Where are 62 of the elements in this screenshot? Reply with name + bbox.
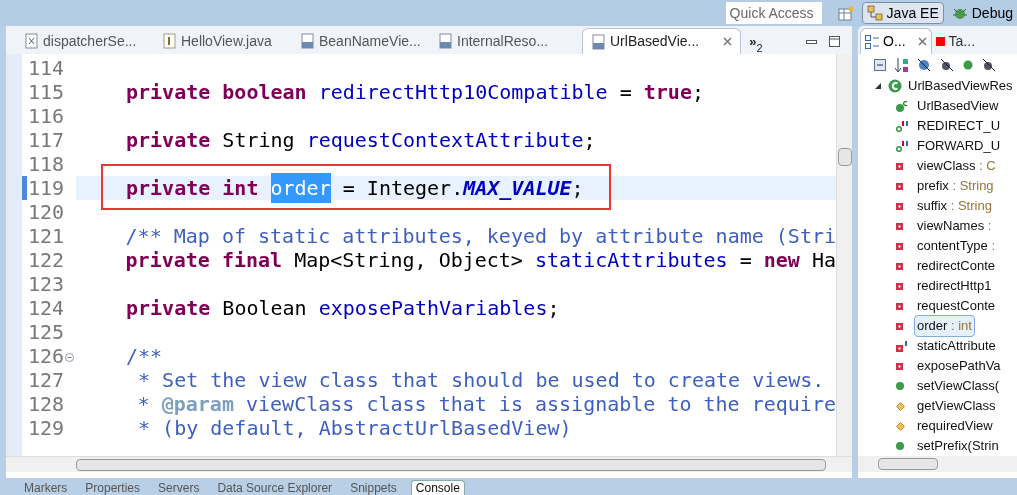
tree-item[interactable]: FORWARD_U	[914, 135, 1004, 157]
line-number: 124	[28, 298, 65, 318]
panel-tab[interactable]: Ta...	[931, 28, 980, 54]
tab-count: 2	[756, 42, 763, 56]
line-number: 128	[28, 394, 65, 414]
code-line: private boolean redirectHttp10Compatible = true;	[125, 80, 705, 104]
perspective-button[interactable]: Debug	[947, 2, 1017, 24]
tree-item[interactable]: redirectConte	[914, 255, 999, 277]
panel-tab[interactable]: Snippets	[346, 480, 401, 495]
code-line: private String requestContextAttribute;	[125, 128, 597, 152]
tree-item[interactable]: contentType :	[914, 235, 999, 257]
editor-tab[interactable]: BeanNameVie...	[292, 28, 430, 54]
panel-tab[interactable]: Markers	[20, 480, 72, 495]
editor-tab[interactable]: HelloView.java	[154, 28, 292, 54]
tree-item[interactable]: setViewClass(	[914, 375, 1003, 397]
tree-item[interactable]: requestConte	[914, 295, 999, 317]
panel-tab[interactable]: Data Source Explorer	[213, 480, 337, 495]
tree-item[interactable]: suffix : String	[914, 195, 995, 217]
line-number: 123	[28, 274, 65, 294]
tree-item[interactable]: order : int	[914, 315, 975, 337]
editor-tab[interactable]: InternalReso...	[430, 28, 568, 54]
code-line: private final Map<String, Object> staticAttributes = new Ha	[124, 248, 836, 272]
line-number: 114	[28, 58, 65, 78]
tree-item[interactable]: UrlBasedViewRes	[908, 76, 1013, 96]
perspective-button[interactable]: Java EE	[861, 2, 944, 24]
tree-item[interactable]: redirectHttp1	[914, 275, 995, 297]
editor-tab[interactable]: UrlBasedVie...	[582, 28, 742, 54]
code-line: private Boolean exposePathVariables;	[125, 296, 561, 320]
line-number: 126	[28, 346, 65, 366]
line-number: 120	[28, 202, 65, 222]
panel-tab[interactable]: Servers	[154, 480, 204, 495]
line-number: 116	[28, 106, 65, 126]
line-number: 121	[28, 226, 65, 246]
line-number: 115	[28, 82, 65, 102]
line-number: 118	[28, 154, 65, 174]
line-number: 117	[28, 130, 65, 150]
tree-item[interactable]: exposePathVa	[914, 355, 1004, 377]
tree-item[interactable]: getViewClass	[914, 395, 999, 417]
panel-tab[interactable]: Console	[410, 480, 465, 495]
code-line: * Set the view class that should be used to create views.	[137, 368, 826, 392]
code-line: /** Map of static attributes, keyed by attribute name (Stri	[124, 224, 836, 248]
code-line: * (by default, AbstractUrlBasedView)	[137, 416, 573, 440]
line-number: 125	[28, 322, 65, 342]
editor-tab[interactable]: dispatcherSe...	[16, 28, 154, 54]
tree-item[interactable]: UrlBasedView	[914, 95, 1002, 117]
panel-tab[interactable]: Properties	[81, 480, 145, 495]
tree-item[interactable]: REDIRECT_U	[914, 115, 1004, 137]
tree-item[interactable]: requiredView	[914, 415, 996, 437]
line-number: 119	[28, 178, 65, 198]
code-line: /**	[125, 344, 164, 368]
tree-item[interactable]: setPrefix(Strin	[914, 435, 1002, 456]
tree-item[interactable]: viewNames :	[914, 215, 995, 237]
tree-item[interactable]: staticAttribute	[914, 335, 999, 357]
line-number: 127	[28, 370, 65, 390]
tree-item[interactable]: viewClass : C	[914, 155, 999, 177]
line-number: 122	[28, 250, 65, 270]
code-line: * @param viewClass class that is assignable to the require	[136, 392, 836, 416]
line-number: 129	[28, 418, 65, 438]
quick-access-field[interactable]: Quick Access	[725, 2, 822, 24]
panel-tab[interactable]: O...	[860, 28, 932, 54]
tree-item[interactable]: prefix : String	[914, 175, 997, 197]
chevron-icon[interactable]: »	[749, 32, 757, 52]
